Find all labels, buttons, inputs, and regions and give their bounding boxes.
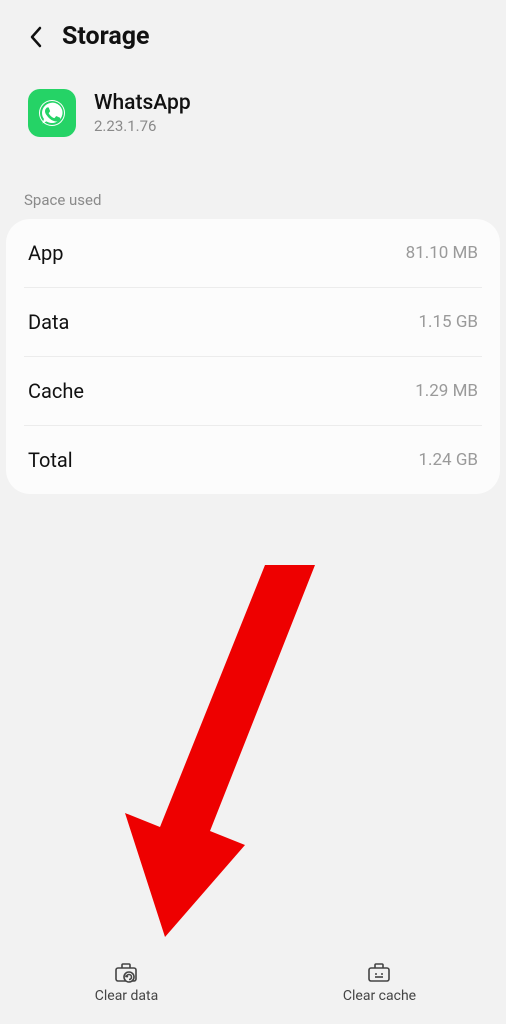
app-version: 2.23.1.76 [94,117,191,135]
row-value: 1.29 MB [415,381,478,401]
row-value: 1.24 GB [418,450,478,470]
whatsapp-icon [28,89,76,137]
app-name: WhatsApp [94,91,191,115]
row-app: App 81.10 MB [24,219,482,288]
button-label: Clear cache [343,988,416,1004]
section-label: Space used [0,167,506,219]
row-label: Total [28,448,73,472]
clear-cache-button[interactable]: Clear cache [253,940,506,1024]
annotation-arrow [115,565,335,945]
row-label: Cache [28,379,84,403]
clear-cache-icon [367,960,393,984]
row-value: 1.15 GB [418,312,478,332]
bottom-bar: Clear data Clear cache [0,940,506,1024]
header: Storage [0,0,506,65]
row-total: Total 1.24 GB [24,426,482,494]
row-cache: Cache 1.29 MB [24,357,482,426]
app-info: WhatsApp 2.23.1.76 [0,65,506,167]
app-meta: WhatsApp 2.23.1.76 [94,91,191,135]
button-label: Clear data [95,988,158,1004]
space-used-card: App 81.10 MB Data 1.15 GB Cache 1.29 MB … [6,219,500,494]
row-value: 81.10 MB [406,243,478,263]
row-label: App [28,241,64,265]
clear-data-icon [114,960,140,984]
page-title: Storage [62,22,150,51]
row-data: Data 1.15 GB [24,288,482,357]
back-icon[interactable] [28,25,44,49]
row-label: Data [28,310,69,334]
clear-data-button[interactable]: Clear data [0,940,253,1024]
